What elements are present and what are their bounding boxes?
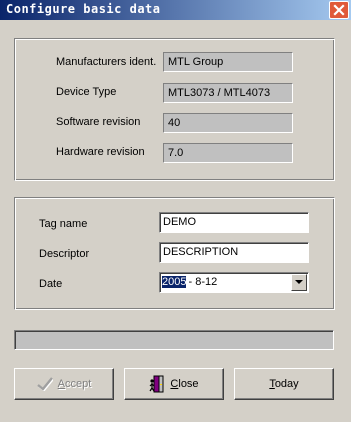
tag-name-input[interactable]: DEMO bbox=[159, 212, 309, 233]
window-close-button[interactable] bbox=[329, 1, 349, 19]
today-button[interactable]: Today bbox=[234, 368, 334, 400]
manufacturer-field: MTL Group bbox=[163, 52, 293, 72]
triangle-down-icon bbox=[295, 280, 303, 284]
close-x-icon bbox=[333, 4, 345, 16]
date-year-segment[interactable]: 2005 bbox=[162, 276, 187, 288]
date-dropdown-button[interactable] bbox=[291, 274, 307, 291]
device-type-label: Device Type bbox=[56, 86, 117, 98]
manufacturer-label: Manufacturers ident. bbox=[56, 56, 157, 68]
hardware-revision-label: Hardware revision bbox=[56, 146, 145, 158]
close-label: Close bbox=[170, 378, 199, 390]
descriptor-label: Descriptor bbox=[39, 248, 90, 260]
title-bar[interactable]: Configure basic data bbox=[0, 0, 351, 20]
date-label: Date bbox=[39, 278, 63, 290]
date-picker[interactable]: 2005- 8-12 bbox=[159, 272, 309, 293]
date-month-day[interactable]: - 8-12 bbox=[188, 276, 217, 288]
device-type-field: MTL3073 / MTL4073 bbox=[163, 83, 293, 103]
configure-dialog: Configure basic data Manufacturers ident… bbox=[0, 0, 351, 422]
close-button[interactable]: Close bbox=[124, 368, 224, 400]
today-label: Today bbox=[269, 378, 299, 390]
checkmark-icon bbox=[36, 377, 53, 391]
hardware-revision-field: 7.0 bbox=[163, 143, 293, 163]
descriptor-input[interactable]: DESCRIPTION bbox=[159, 242, 309, 263]
progress-bar bbox=[14, 330, 334, 350]
accept-label: Accept bbox=[57, 378, 92, 390]
door-exit-icon bbox=[149, 375, 165, 393]
tag-name-label: Tag name bbox=[39, 218, 88, 230]
software-revision-field: 40 bbox=[163, 113, 293, 133]
software-revision-label: Software revision bbox=[56, 116, 141, 128]
accept-button[interactable]: Accept bbox=[14, 368, 114, 400]
window-title: Configure basic data bbox=[6, 2, 161, 16]
